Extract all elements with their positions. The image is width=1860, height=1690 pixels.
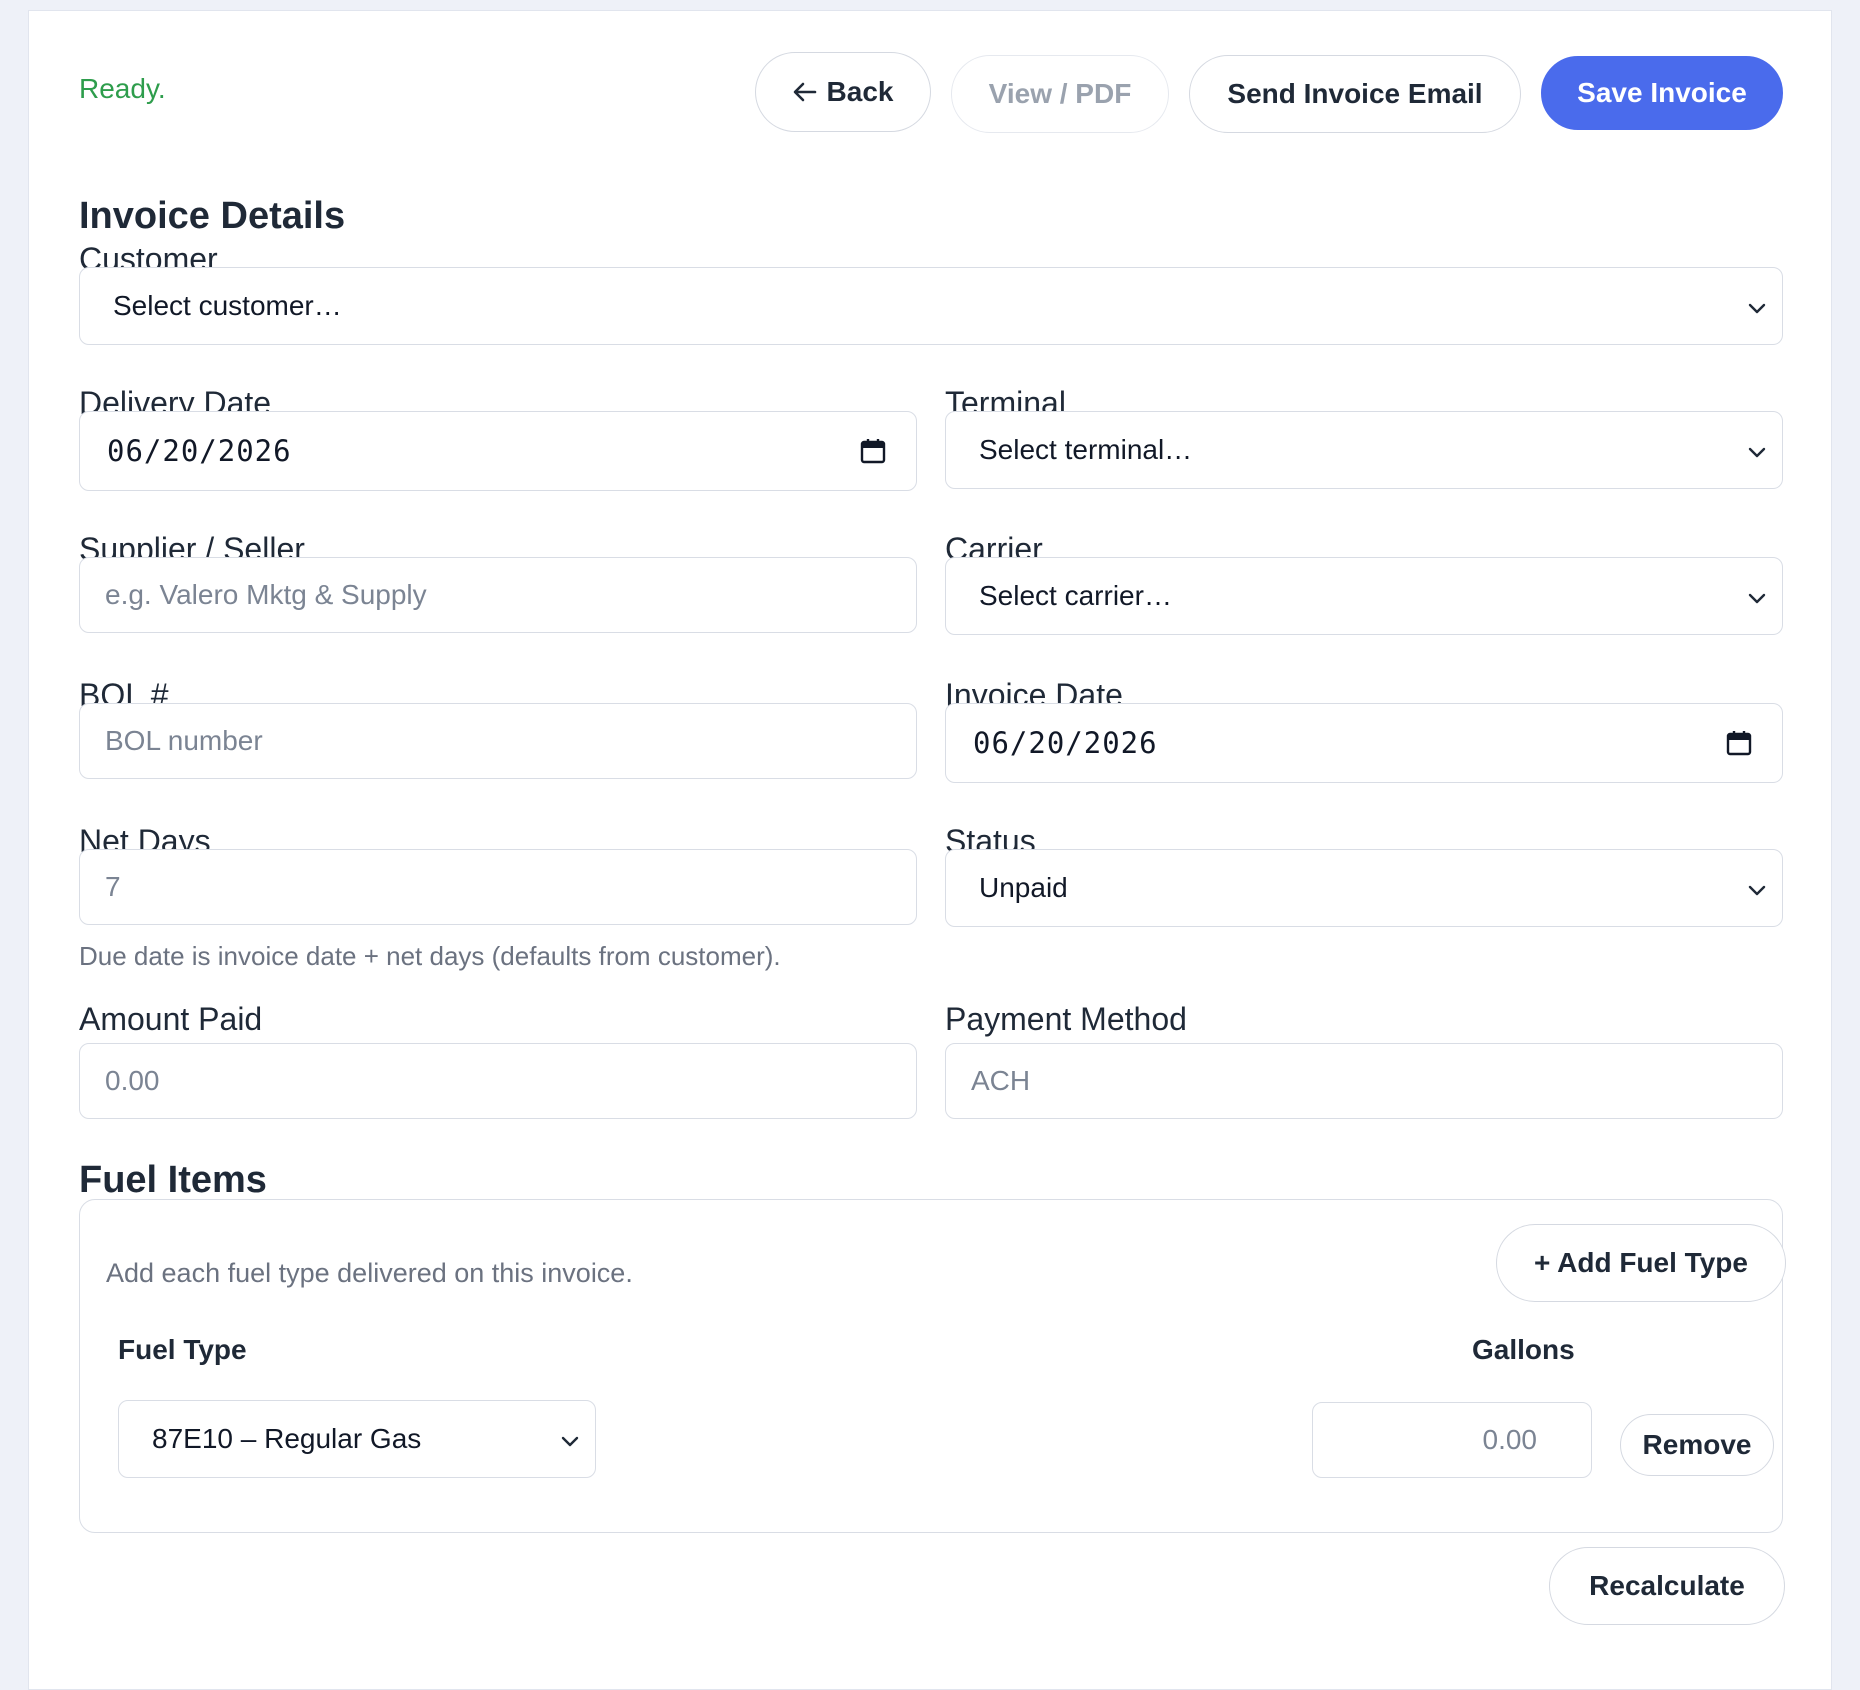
customer-select-value: Select customer… xyxy=(113,290,342,321)
bol-input[interactable]: BOL number xyxy=(79,703,917,779)
column-header-fuel-type: Fuel Type xyxy=(118,1334,247,1365)
chevron-down-icon xyxy=(1748,303,1766,314)
amount-paid-label: Amount Paid xyxy=(79,1001,263,1037)
fuel-type-select[interactable]: 87E10 – Regular Gas xyxy=(118,1400,596,1478)
calendar-icon[interactable] xyxy=(860,438,886,464)
remove-fuel-item-button[interactable]: Remove xyxy=(1620,1414,1774,1476)
carrier-select[interactable]: Select carrier… xyxy=(945,557,1783,635)
column-header-gallons: Gallons xyxy=(1472,1334,1575,1365)
calendar-icon[interactable] xyxy=(1726,730,1752,756)
add-fuel-type-button[interactable]: + Add Fuel Type xyxy=(1496,1224,1786,1302)
section-title-fuel-items: Fuel Items xyxy=(79,1159,267,1201)
status-select[interactable]: Unpaid xyxy=(945,849,1783,927)
chevron-down-icon xyxy=(1748,885,1766,896)
terminal-select[interactable]: Select terminal… xyxy=(945,411,1783,489)
toolbar: Ready. Back View / PDF Send Invoice Emai… xyxy=(29,11,1831,141)
status-message: Ready. xyxy=(79,73,166,104)
gallons-placeholder: 0.00 xyxy=(1482,1424,1538,1455)
payment-method-input[interactable]: ACH xyxy=(945,1043,1783,1119)
net-days-input[interactable]: 7 xyxy=(79,849,917,925)
net-days-help-text: Due date is invoice date + net days (def… xyxy=(79,941,781,971)
recalculate-button[interactable]: Recalculate xyxy=(1549,1547,1785,1625)
status-select-value: Unpaid xyxy=(979,872,1068,903)
terminal-select-value: Select terminal… xyxy=(979,434,1193,465)
chevron-down-icon xyxy=(1748,447,1766,458)
delivery-date-input[interactable]: 06/20/2026 xyxy=(79,411,917,491)
invoice-date-value: 06/20/2026 xyxy=(973,726,1158,760)
supplier-input[interactable]: e.g. Valero Mktg & Supply xyxy=(79,557,917,633)
fuel-items-hint: Add each fuel type delivered on this inv… xyxy=(106,1258,633,1288)
view-pdf-button[interactable]: View / PDF xyxy=(951,55,1169,133)
section-title-invoice-details: Invoice Details xyxy=(79,195,346,237)
amount-paid-input[interactable]: 0.00 xyxy=(79,1043,917,1119)
payment-method-placeholder: ACH xyxy=(971,1065,1031,1096)
net-days-value: 7 xyxy=(105,871,121,902)
customer-select[interactable]: Select customer… xyxy=(79,267,1783,345)
chevron-down-icon xyxy=(561,1436,579,1447)
send-invoice-email-button[interactable]: Send Invoice Email xyxy=(1189,55,1521,133)
arrow-left-icon xyxy=(793,82,816,102)
gallons-input[interactable]: 0.00 xyxy=(1312,1402,1592,1478)
fuel-items-panel: Add each fuel type delivered on this inv… xyxy=(79,1199,1786,1533)
save-invoice-button[interactable]: Save Invoice xyxy=(1541,56,1783,130)
supplier-placeholder: e.g. Valero Mktg & Supply xyxy=(105,579,427,610)
invoice-date-input[interactable]: 06/20/2026 xyxy=(945,703,1783,783)
invoice-card: Ready. Back View / PDF Send Invoice Emai… xyxy=(28,10,1832,1690)
bol-placeholder: BOL number xyxy=(105,725,263,756)
back-button-label: Back xyxy=(826,76,894,107)
back-button[interactable]: Back xyxy=(755,52,931,132)
payment-method-label: Payment Method xyxy=(945,1001,1187,1037)
fuel-type-select-value: 87E10 – Regular Gas xyxy=(152,1423,422,1454)
amount-paid-placeholder: 0.00 xyxy=(105,1065,160,1096)
delivery-date-value: 06/20/2026 xyxy=(107,434,292,468)
chevron-down-icon xyxy=(1748,593,1766,604)
carrier-select-value: Select carrier… xyxy=(979,580,1172,611)
